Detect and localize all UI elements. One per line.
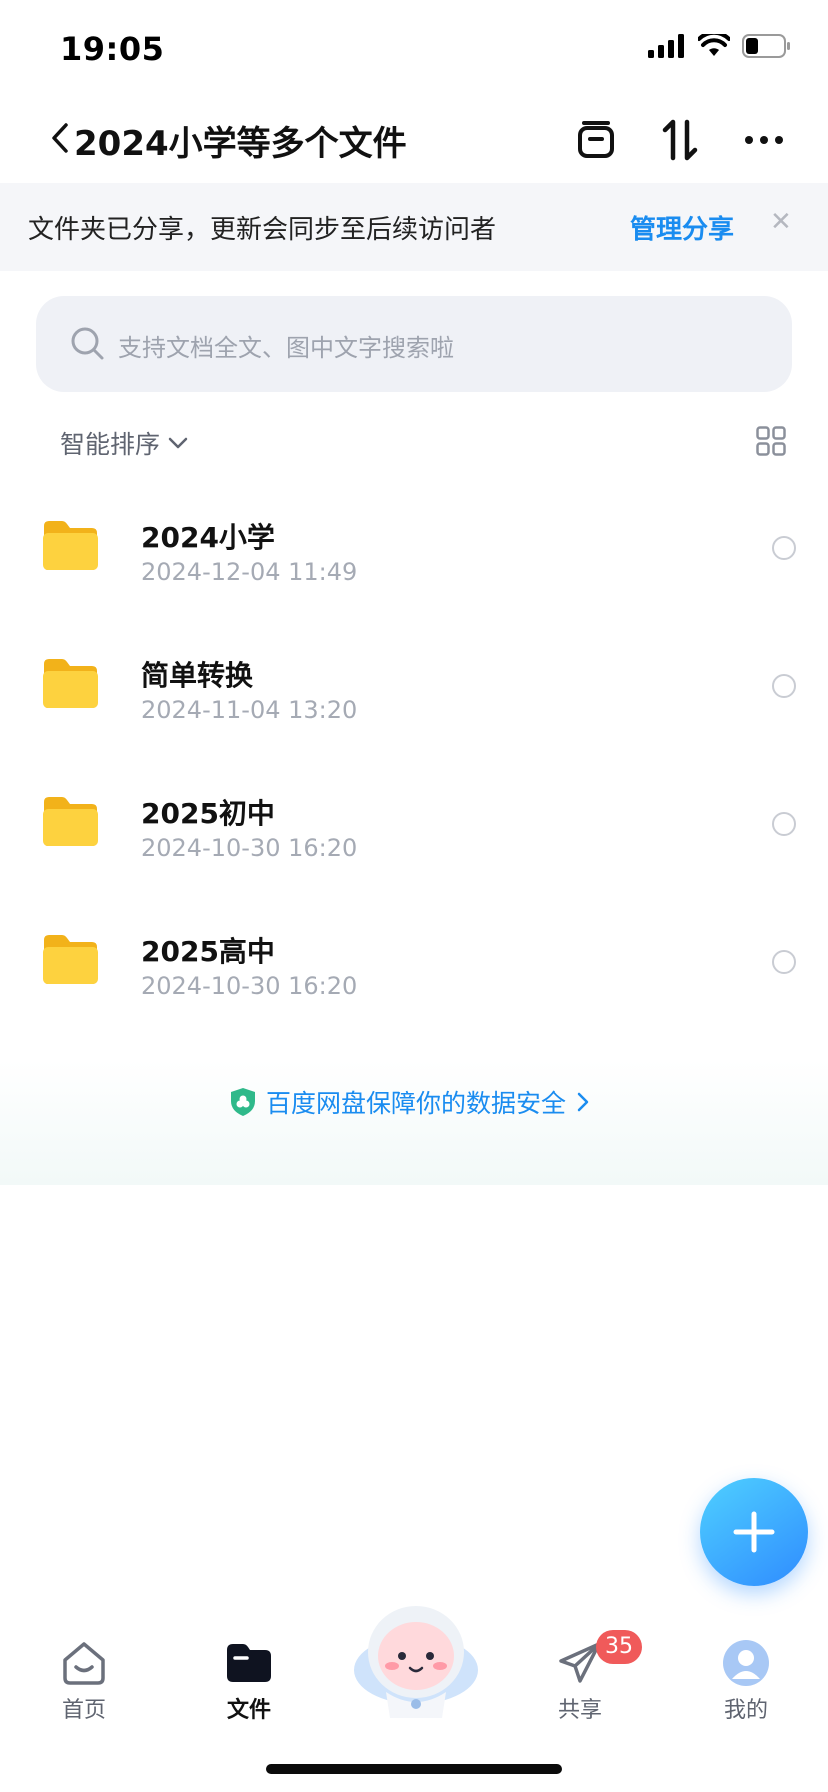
avatar-icon xyxy=(723,1640,769,1686)
file-name: 2025初中 xyxy=(141,797,275,830)
battery-icon xyxy=(742,34,790,58)
share-banner: 文件夹已分享，更新会同步至后续访问者 管理分享 ✕ xyxy=(0,183,828,271)
manage-share-link[interactable]: 管理分享 xyxy=(630,209,734,246)
security-text: 百度网盘保障你的数据安全 xyxy=(266,1089,567,1118)
tab-label: 共享 xyxy=(557,1698,602,1723)
select-checkbox[interactable] xyxy=(772,674,796,698)
file-date: 2024-10-30 16:20 xyxy=(141,834,358,862)
grid-view-icon xyxy=(756,426,786,456)
file-name: 2025高中 xyxy=(141,935,275,968)
list-item[interactable]: 2025高中 2024-10-30 16:20 xyxy=(0,894,828,1032)
search-icon xyxy=(71,327,104,360)
list-item[interactable]: 简单转换 2024-11-04 13:20 xyxy=(0,618,828,756)
list-item[interactable]: 2024小学 2024-12-04 11:49 xyxy=(0,480,828,618)
notification-badge: 35 xyxy=(596,1630,642,1664)
tab-label: 我的 xyxy=(723,1698,768,1723)
folder-icon xyxy=(43,797,98,846)
file-date: 2024-12-04 11:49 xyxy=(141,558,358,586)
transfer-arrows-icon xyxy=(662,119,698,161)
tab-files[interactable]: 文件 xyxy=(199,1640,299,1724)
list-item[interactable]: 2025初中 2024-10-30 16:20 xyxy=(0,756,828,894)
folder-icon xyxy=(43,521,98,570)
more-button[interactable] xyxy=(740,116,788,164)
tab-profile[interactable]: 我的 xyxy=(696,1640,796,1724)
folder-filled-icon xyxy=(227,1644,271,1682)
status-time: 19:05 xyxy=(60,30,165,68)
signal-icon xyxy=(648,34,684,58)
status-icons xyxy=(648,34,792,58)
folder-icon xyxy=(43,659,98,708)
sort-dropdown[interactable]: 智能排序 xyxy=(60,425,188,461)
select-mode-button[interactable] xyxy=(572,116,620,164)
search-placeholder: 支持文档全文、图中文字搜索啦 xyxy=(118,334,454,362)
transfer-button[interactable] xyxy=(656,116,704,164)
nav-header: 2024小学等多个文件 xyxy=(0,100,828,180)
select-checkbox[interactable] xyxy=(772,950,796,974)
mascot-icon xyxy=(354,1606,478,1718)
home-icon xyxy=(63,1642,105,1685)
plus-icon xyxy=(733,1511,775,1553)
select-checkbox[interactable] xyxy=(772,812,796,836)
tab-home[interactable]: 首页 xyxy=(34,1640,134,1724)
file-name: 2024小学 xyxy=(141,521,275,554)
search-input[interactable]: 支持文档全文、图中文字搜索啦 xyxy=(36,296,792,392)
add-button[interactable] xyxy=(700,1478,808,1586)
home-indicator xyxy=(266,1764,562,1774)
share-banner-text: 文件夹已分享，更新会同步至后续访问者 xyxy=(28,215,497,245)
chevron-down-icon xyxy=(168,437,188,449)
file-name: 简单转换 xyxy=(141,659,254,692)
security-link[interactable]: 百度网盘保障你的数据安全 xyxy=(230,1084,590,1120)
close-icon: ✕ xyxy=(770,207,792,237)
file-date: 2024-11-04 13:20 xyxy=(141,696,358,724)
tab-label: 文件 xyxy=(226,1698,271,1723)
file-list: 2024小学 2024-12-04 11:49 简单转换 2024-11-04 … xyxy=(0,480,828,1032)
tab-label: 首页 xyxy=(61,1698,106,1723)
banner-close-button[interactable]: ✕ xyxy=(770,207,792,237)
select-checkbox[interactable] xyxy=(772,536,796,560)
wifi-icon xyxy=(698,34,730,56)
security-footer: 百度网盘保障你的数据安全 xyxy=(0,1060,828,1185)
chevron-left-icon xyxy=(52,123,68,153)
page-title: 2024小学等多个文件 xyxy=(74,124,407,164)
tab-bar: 首页 文件 共享 35 我的 xyxy=(0,1600,828,1750)
sort-label: 智能排序 xyxy=(60,430,161,459)
file-date: 2024-10-30 16:20 xyxy=(141,972,358,1000)
more-dots-icon xyxy=(745,136,783,144)
folder-icon xyxy=(43,935,98,984)
shield-icon xyxy=(231,1088,255,1116)
chevron-right-icon xyxy=(577,1092,589,1112)
mascot-assistant-button[interactable] xyxy=(342,1600,490,1720)
grid-view-button[interactable] xyxy=(756,426,786,456)
tray-icon xyxy=(578,121,614,158)
